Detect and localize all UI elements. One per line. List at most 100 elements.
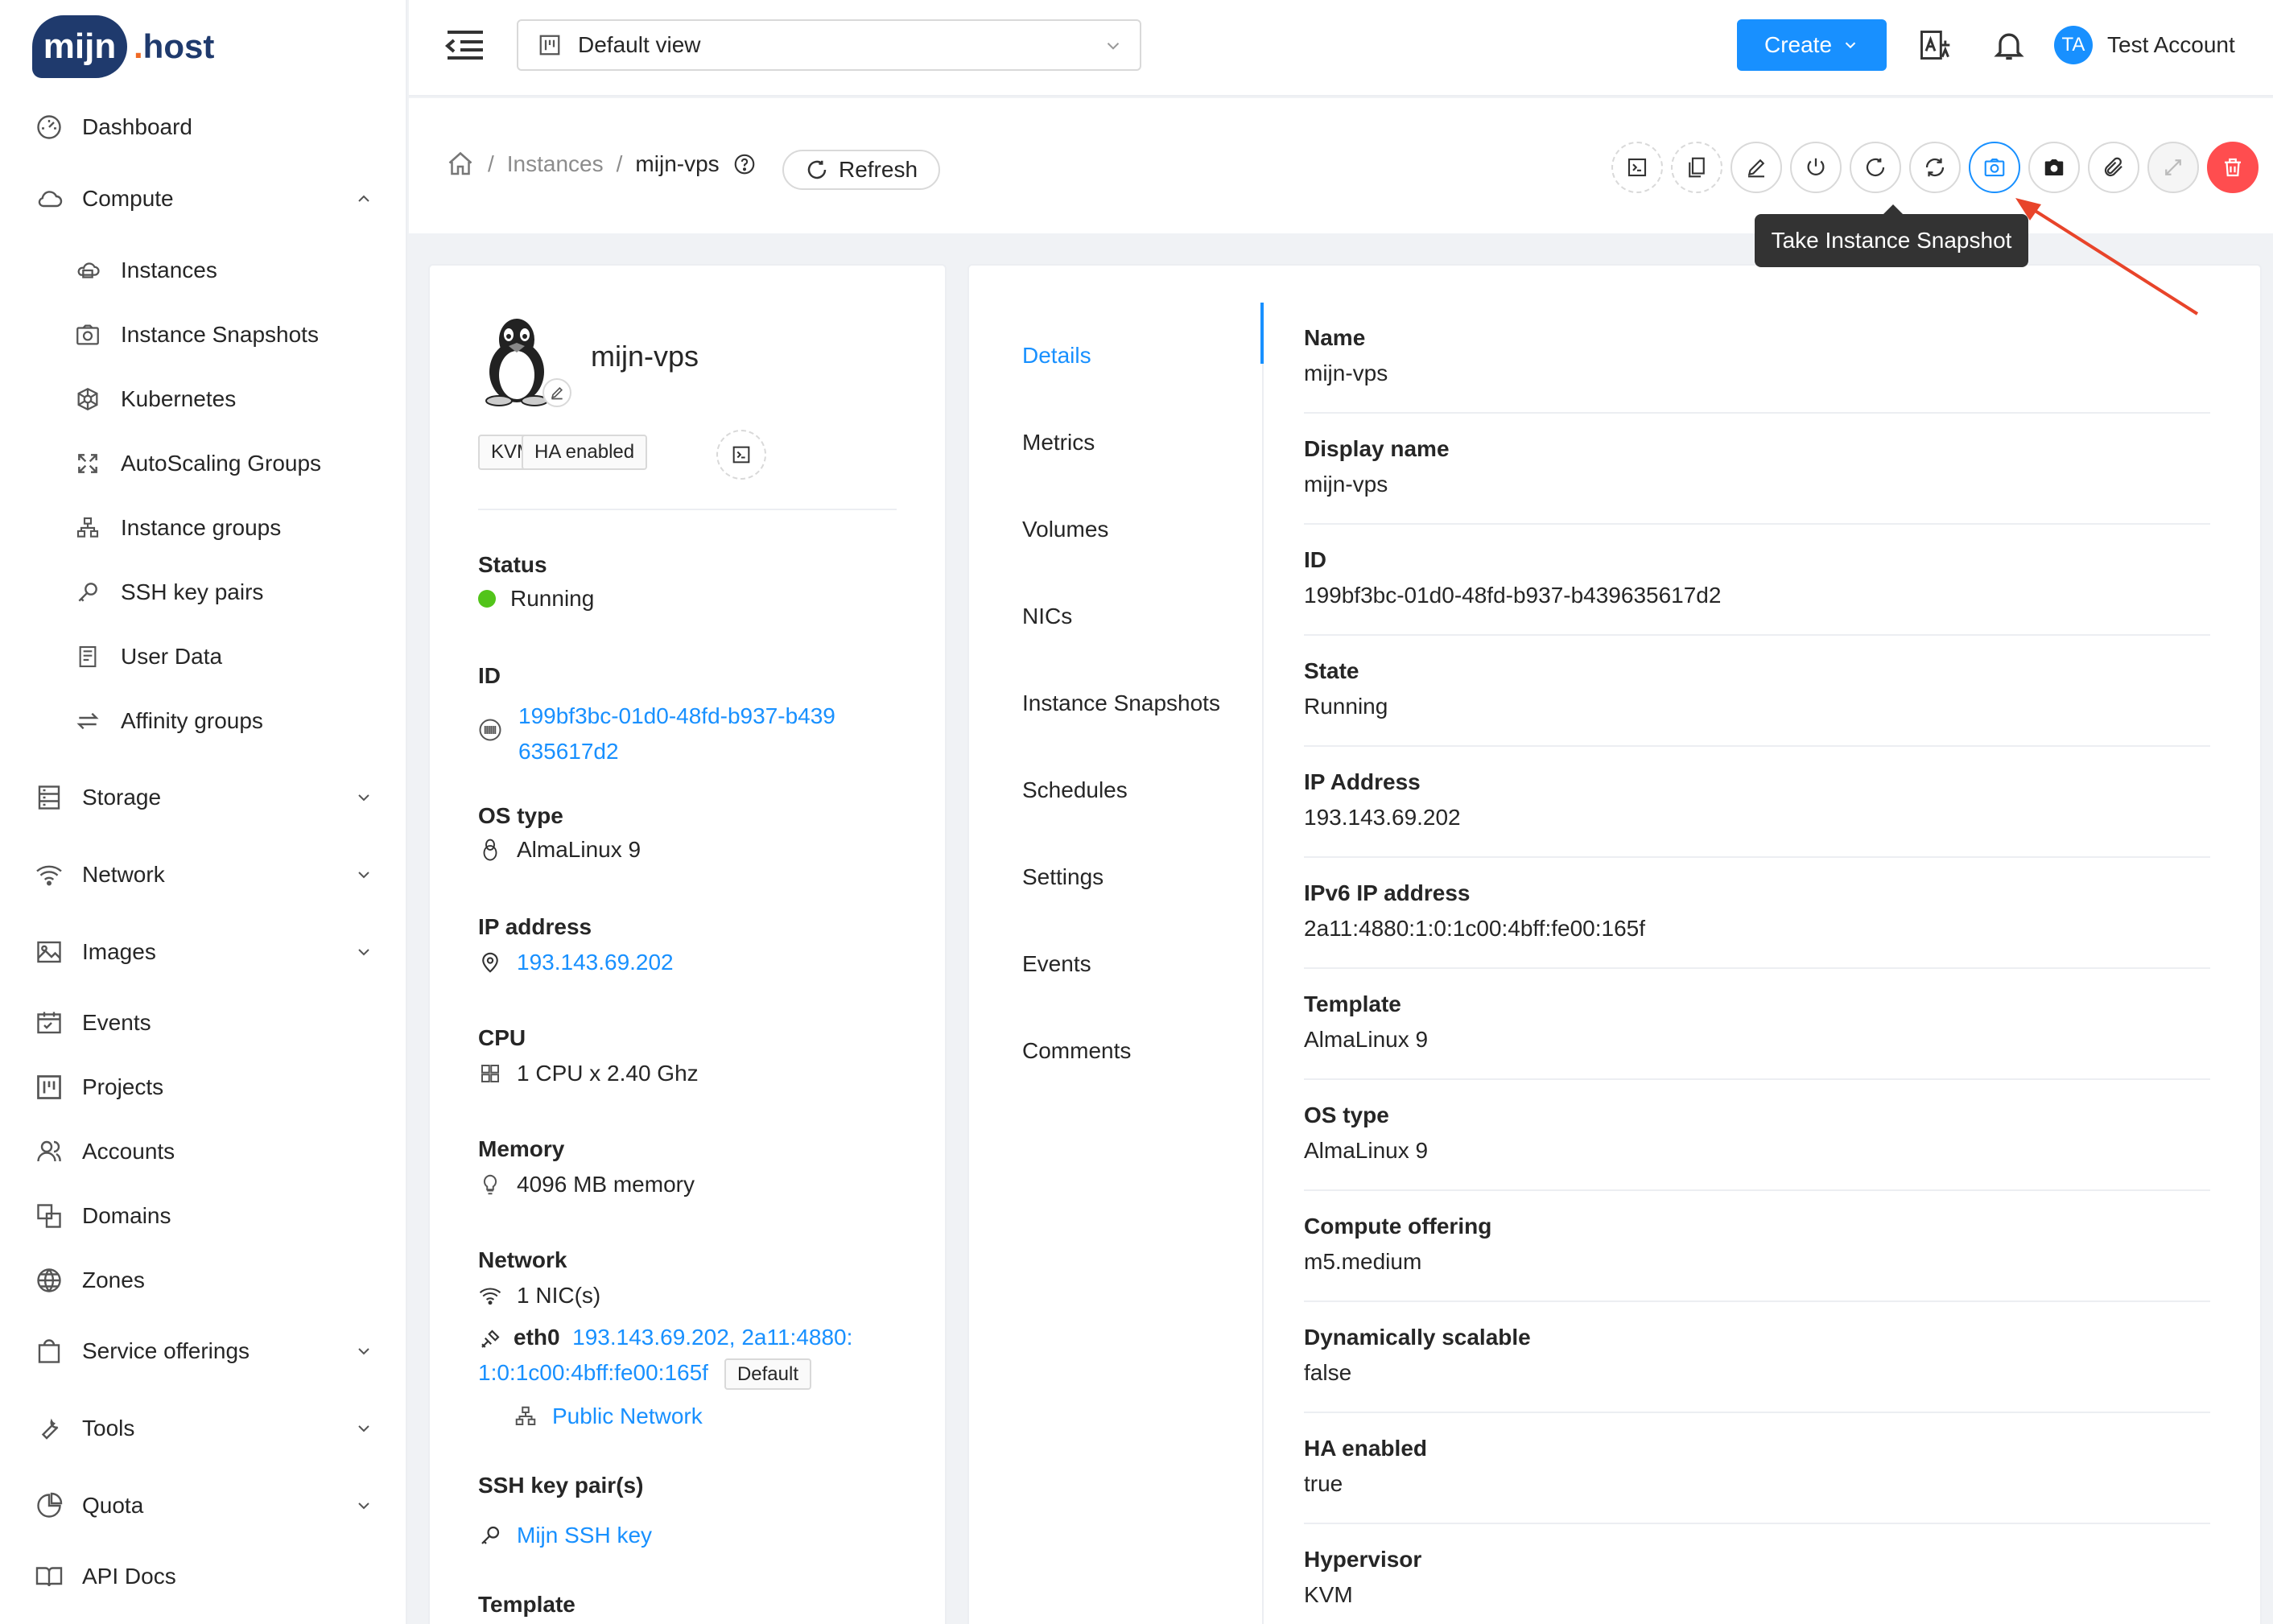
ha-tag: HA enabled <box>522 435 648 470</box>
detail-value: KVM <box>1304 1582 1353 1607</box>
edit-instance-button[interactable] <box>1731 142 1782 193</box>
detail-tabs: Details Metrics Volumes NICs Instance Sn… <box>969 303 1264 1624</box>
edit-icon-button[interactable] <box>542 378 571 407</box>
sidebar-item-kubernetes[interactable]: Kubernetes <box>71 375 382 423</box>
active-tab-indicator <box>1260 303 1264 364</box>
detail-row: Hypervisor KVM <box>1304 1524 2210 1624</box>
tab-metrics[interactable]: Metrics <box>1022 430 1095 455</box>
reload-icon <box>807 160 827 179</box>
reboot-instance-button[interactable] <box>1850 142 1901 193</box>
tab-comments[interactable]: Comments <box>1022 1038 1131 1064</box>
chevron-down-icon <box>358 949 369 956</box>
tab-instance-snapshots[interactable]: Instance Snapshots <box>1022 690 1220 716</box>
nic-count: 1 NIC(s) <box>478 1283 600 1309</box>
location-icon <box>482 952 498 973</box>
copy-console-url-button[interactable] <box>1671 142 1722 193</box>
view-select[interactable]: Default view <box>517 19 1141 71</box>
delete-instance-button[interactable] <box>2207 142 2259 193</box>
sidebar-item-autoscaling-groups[interactable]: AutoScaling Groups <box>71 439 382 488</box>
view-select-value: Default view <box>578 32 701 57</box>
detail-row: Template AlmaLinux 9 <box>1304 969 2210 1080</box>
sidebar-item-compute[interactable]: Compute <box>32 175 382 223</box>
expand-icon <box>71 447 105 480</box>
create-button-label: Create <box>1764 32 1833 57</box>
camera-filled-icon <box>2044 159 2064 175</box>
chevron-down-icon <box>358 794 369 802</box>
tab-details[interactable]: Details <box>1022 343 1091 369</box>
sidebar-item-instances[interactable]: Instances <box>71 246 382 295</box>
attach-iso-button[interactable] <box>2088 142 2139 193</box>
delete-icon <box>2225 158 2241 177</box>
ip-address-value[interactable]: 193.143.69.202 <box>478 950 674 975</box>
reinstall-instance-button[interactable] <box>1909 142 1961 193</box>
sidebar-item-zones[interactable]: Zones <box>32 1256 382 1305</box>
tab-volumes[interactable]: Volumes <box>1022 517 1108 542</box>
database-icon <box>32 781 66 814</box>
id-value[interactable]: 199bf3bc-01d0-48fd-b937-b439 635617d2 <box>478 699 835 769</box>
take-snapshot-button[interactable] <box>1969 142 2020 193</box>
account-menu[interactable]: TA Test Account <box>2054 26 2235 64</box>
nic-entry: eth0 193.143.69.202, 2a11:4880: 1:0:1c00… <box>478 1320 913 1392</box>
menu-fold-icon[interactable] <box>444 26 486 64</box>
tab-events[interactable]: Events <box>1022 951 1091 977</box>
api-icon <box>481 1329 500 1348</box>
detail-value: AlmaLinux 9 <box>1304 1027 1429 1052</box>
sidebar-item-quota[interactable]: Quota <box>32 1482 382 1530</box>
detail-label: Template <box>1304 991 1401 1016</box>
sidebar-item-domains[interactable]: Domains <box>32 1192 382 1240</box>
stop-instance-button[interactable] <box>1790 142 1842 193</box>
detail-value: 2a11:4880:1:0:1c00:4bff:fe00:165f <box>1304 916 1646 941</box>
detail-label: State <box>1304 658 1359 683</box>
console-button[interactable] <box>716 430 766 480</box>
sidebar-item-events[interactable]: Events <box>32 999 382 1047</box>
tab-schedules[interactable]: Schedules <box>1022 777 1128 803</box>
sidebar-item-instance-groups[interactable]: Instance groups <box>71 504 382 552</box>
detail-value: false <box>1304 1360 1352 1385</box>
scale-instance-button[interactable] <box>2147 142 2199 193</box>
chevron-down-icon <box>1107 43 1120 50</box>
detail-label: Name <box>1304 325 1366 350</box>
ssh-key-value[interactable]: Mijn SSH key <box>478 1523 652 1548</box>
sidebar-item-storage[interactable]: Storage <box>32 773 382 822</box>
tab-settings[interactable]: Settings <box>1022 864 1103 890</box>
sidebar-item-api-docs[interactable]: API Docs <box>32 1552 382 1601</box>
wifi-icon <box>479 1288 501 1305</box>
detail-label: OS type <box>1304 1103 1389 1127</box>
question-circle-icon[interactable] <box>732 152 757 176</box>
bell-icon[interactable] <box>1991 27 2027 63</box>
sidebar-item-projects[interactable]: Projects <box>32 1063 382 1111</box>
sidebar-item-accounts[interactable]: Accounts <box>32 1127 382 1176</box>
sidebar-item-ssh-key-pairs[interactable]: SSH key pairs <box>71 568 382 616</box>
chevron-down-icon <box>358 1425 369 1432</box>
sidebar-item-label: Storage <box>82 785 162 810</box>
globe-icon <box>32 1263 66 1297</box>
nic-address[interactable]: 193.143.69.202, 2a11:4880: <box>572 1325 852 1350</box>
sidebar-item-affinity-groups[interactable]: Affinity groups <box>71 697 382 745</box>
nic-address[interactable]: 1:0:1c00:4bff:fe00:165f <box>478 1360 708 1385</box>
create-button[interactable]: Create <box>1737 19 1887 71</box>
sidebar-item-tools[interactable]: Tools <box>32 1404 382 1453</box>
detail-value: mijn-vps <box>1304 361 1388 385</box>
sidebar-item-images[interactable]: Images <box>32 928 382 976</box>
picture-icon <box>32 935 66 969</box>
breadcrumb-instances[interactable]: Instances <box>507 151 604 177</box>
sidebar-item-service-offerings[interactable]: Service offerings <box>32 1327 382 1375</box>
sidebar-item-user-data[interactable]: User Data <box>71 633 382 681</box>
brand-logo[interactable]: mijn .host <box>32 14 214 79</box>
sidebar-item-dashboard[interactable]: Dashboard <box>32 103 382 151</box>
key-icon <box>71 575 105 609</box>
sidebar-item-instance-snapshots[interactable]: Instance Snapshots <box>71 311 382 359</box>
refresh-button[interactable]: Refresh <box>782 150 940 190</box>
memory-label: Memory <box>478 1136 565 1161</box>
view-console-button[interactable] <box>1611 142 1663 193</box>
tab-nics[interactable]: NICs <box>1022 604 1072 629</box>
take-backup-button[interactable] <box>2028 142 2080 193</box>
chevron-down-icon <box>1845 42 1856 49</box>
console-icon <box>732 446 750 464</box>
translate-icon[interactable] <box>1917 27 1953 63</box>
schedule-icon <box>32 1006 66 1040</box>
camera-icon <box>1984 158 2005 177</box>
network-link[interactable]: Public Network <box>514 1403 703 1429</box>
home-icon[interactable] <box>446 150 475 179</box>
sidebar-item-network[interactable]: Network <box>32 851 382 899</box>
